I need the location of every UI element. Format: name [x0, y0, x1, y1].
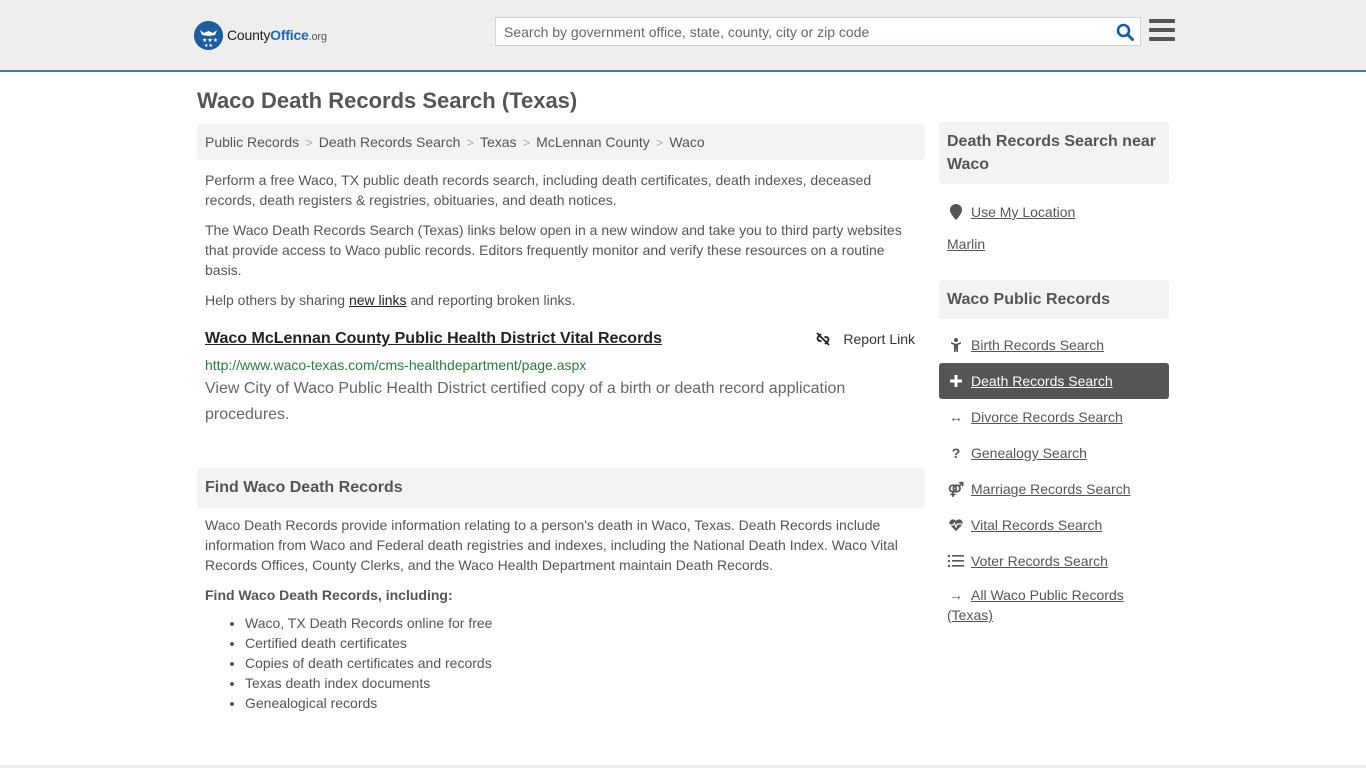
resource-url: http://www.waco-texas.com/cms-healthdepa…: [205, 357, 587, 373]
hamburger-menu-icon[interactable]: [1149, 19, 1175, 43]
search-icon: [1116, 23, 1134, 41]
find-records-list: Waco, TX Death Records online for free C…: [205, 613, 917, 713]
breadcrumb-public-records[interactable]: Public Records: [205, 134, 299, 150]
breadcrumb-texas[interactable]: Texas: [480, 134, 517, 150]
logo-text: CountyOffice.org: [227, 27, 327, 43]
all-public-records-link[interactable]: All Waco Public Records (Texas): [947, 587, 1124, 623]
share-links-paragraph: Help others by sharing new links and rep…: [205, 292, 576, 308]
breadcrumb-waco[interactable]: Waco: [669, 134, 704, 150]
list-ol-icon: [947, 553, 965, 569]
all-public-records-item: → All Waco Public Records (Texas): [939, 579, 1169, 625]
search-bar: [495, 17, 1141, 46]
list-item: Genealogical records: [245, 693, 917, 713]
nearby-place-marlin[interactable]: Marlin: [939, 236, 1169, 252]
find-records-paragraph: Waco Death Records provide information r…: [205, 517, 898, 573]
map-marker-icon: [947, 204, 965, 220]
sidebar-item-birth-records[interactable]: Birth Records Search: [939, 327, 1169, 363]
breadcrumb-mclennan-county[interactable]: McLennan County: [536, 134, 650, 150]
sidebar-item-genealogy[interactable]: ? Genealogy Search: [939, 435, 1169, 471]
question-icon: ?: [951, 445, 961, 461]
venus-mars-icon: ⚤: [947, 480, 965, 497]
sidebar: Death Records Search near Waco Use My Lo…: [939, 122, 1169, 625]
use-my-location-link[interactable]: Use My Location: [939, 194, 1169, 230]
sidebar-item-voter-records[interactable]: Voter Records Search: [939, 543, 1169, 579]
sidebar-item-marriage-records[interactable]: ⚤ Marriage Records Search: [939, 471, 1169, 507]
broken-link-icon: [816, 332, 831, 346]
list-item: Copies of death certificates and records: [245, 653, 917, 673]
heartbeat-icon: [947, 517, 965, 533]
list-item: Waco, TX Death Records online for free: [245, 613, 917, 633]
sidebar-item-vital-records[interactable]: Vital Records Search: [939, 507, 1169, 543]
eagle-logo-icon: ★★★ ★★: [194, 20, 223, 50]
breadcrumb: Public Records > Death Records Search > …: [197, 124, 925, 160]
find-records-section: Waco Death Records provide information r…: [205, 515, 917, 713]
search-button[interactable]: [1110, 18, 1140, 45]
list-item: Texas death index documents: [245, 673, 917, 693]
arrows-horizontal-icon: ↔: [949, 409, 963, 425]
sidebar-item-death-records[interactable]: Death Records Search: [939, 363, 1169, 399]
breadcrumb-separator: >: [522, 134, 531, 150]
plus-icon: [947, 373, 965, 389]
breadcrumb-separator: >: [466, 134, 474, 150]
resource-description: View City of Waco Public Health District…: [205, 380, 846, 423]
page-title: Waco Death Records Search (Texas): [197, 88, 578, 113]
intro-paragraph: Perform a free Waco, TX public death rec…: [205, 172, 872, 208]
breadcrumb-separator: >: [655, 134, 664, 150]
site-logo[interactable]: ★★★ ★★ CountyOffice.org: [194, 20, 327, 50]
search-input[interactable]: [496, 18, 1110, 45]
find-records-subheading: Find Waco Death Records, including:: [205, 587, 453, 603]
intro-text: Perform a free Waco, TX public death rec…: [205, 170, 917, 320]
breadcrumb-separator: >: [305, 134, 313, 150]
baby-icon: [947, 337, 965, 353]
top-bar: ★★★ ★★ CountyOffice.org: [0, 0, 1366, 72]
new-links-link[interactable]: new links: [349, 292, 407, 308]
find-records-heading: Find Waco Death Records: [197, 468, 925, 508]
resource-listing: Waco McLennan County Public Health Distr…: [205, 330, 917, 423]
public-records-heading: Waco Public Records: [939, 280, 1169, 319]
intro-paragraph: The Waco Death Records Search (Texas) li…: [205, 222, 902, 278]
svg-text:★★: ★★: [204, 43, 213, 49]
arrow-right-icon: →: [949, 587, 963, 603]
report-link-button[interactable]: Report Link: [815, 331, 915, 347]
resource-title-link[interactable]: Waco McLennan County Public Health Distr…: [205, 330, 662, 347]
nearby-heading: Death Records Search near Waco: [939, 122, 1169, 184]
sidebar-item-divorce-records[interactable]: ↔ Divorce Records Search: [939, 399, 1169, 435]
breadcrumb-death-records-search[interactable]: Death Records Search: [319, 134, 461, 150]
list-item: Certified death certificates: [245, 633, 917, 653]
